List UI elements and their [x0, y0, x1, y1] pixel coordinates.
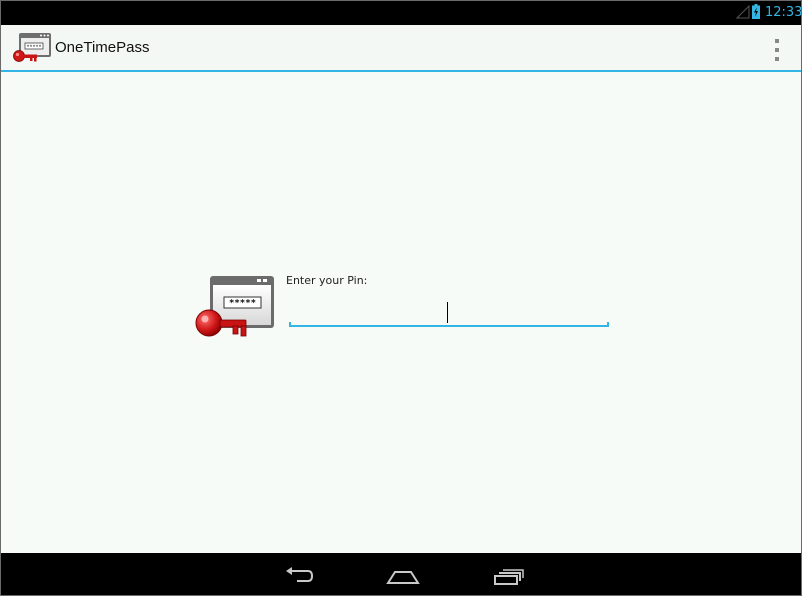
battery-charging-icon: [752, 4, 760, 19]
password-window-key-icon: *****: [195, 276, 274, 337]
overflow-menu-icon[interactable]: [769, 39, 785, 61]
password-mask-text: *****: [229, 299, 256, 309]
signal-icon: [736, 5, 750, 19]
recent-apps-icon[interactable]: [491, 561, 527, 589]
home-icon[interactable]: [385, 561, 421, 589]
main-content: ***** Enter your Pin:: [1, 72, 801, 553]
text-cursor: [447, 302, 448, 323]
overflow-dot: [775, 48, 779, 52]
app-title: OneTimePass: [55, 39, 150, 56]
pin-label: Enter your Pin:: [286, 274, 368, 287]
pin-input[interactable]: [289, 296, 613, 328]
svg-text:*****: *****: [26, 44, 41, 50]
back-icon[interactable]: [281, 561, 317, 589]
device-frame: 12:33 ***** OneTimePass ***** Enter your…: [0, 0, 802, 596]
action-bar: ***** OneTimePass: [1, 25, 801, 72]
pin-key-app-icon[interactable]: *****: [11, 31, 53, 65]
overflow-dot: [775, 39, 779, 43]
pin-input-underline: [289, 322, 609, 327]
status-bar: 12:33: [1, 1, 801, 25]
navigation-bar: [1, 553, 801, 595]
overflow-dot: [775, 57, 779, 61]
status-clock: 12:33: [765, 5, 802, 20]
